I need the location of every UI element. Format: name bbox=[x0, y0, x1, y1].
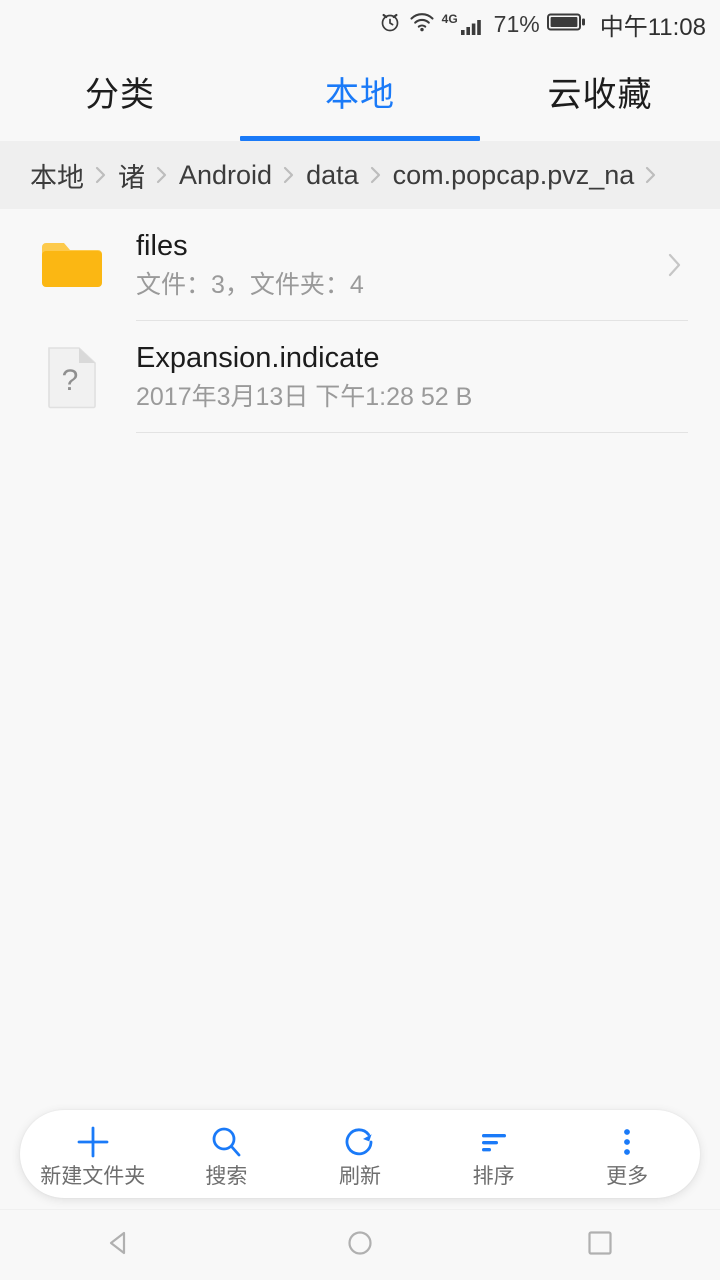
chevron-right-icon bbox=[638, 160, 664, 190]
bottom-toolbar: 新建文件夹 搜索 刷新 排序 更多 bbox=[20, 1110, 700, 1198]
status-bar-clock: 中午11:08 bbox=[599, 13, 706, 41]
breadcrumb-item-android[interactable]: Android bbox=[179, 160, 272, 191]
wifi-icon bbox=[409, 11, 435, 38]
sort-button[interactable]: 排序 bbox=[427, 1122, 561, 1187]
active-tab-indicator bbox=[240, 136, 480, 141]
new-folder-label: 新建文件夹 bbox=[40, 1164, 146, 1188]
refresh-icon bbox=[340, 1122, 380, 1162]
breadcrumb-item-package[interactable]: com.popcap.pvz_na bbox=[393, 160, 635, 191]
android-navigation-bar bbox=[0, 1209, 720, 1280]
table-row[interactable]: files 文件：3，文件夹：4 bbox=[0, 209, 720, 321]
table-row[interactable]: ? Expansion.indicate 2017年3月13日 下午1:28 5… bbox=[0, 321, 720, 433]
battery-icon bbox=[546, 11, 587, 38]
svg-text:?: ? bbox=[62, 364, 79, 397]
search-icon bbox=[206, 1122, 246, 1162]
file-meta: 文件：3，文件夹：4 bbox=[136, 271, 364, 300]
back-triangle-icon bbox=[103, 1226, 137, 1265]
file-name: Expansion.indicate bbox=[136, 342, 380, 375]
tab-categories-label: 分类 bbox=[85, 76, 155, 114]
plus-icon bbox=[73, 1122, 113, 1162]
back-button[interactable] bbox=[60, 1210, 180, 1280]
status-icons: 4G 71% 中午11:08 bbox=[378, 7, 706, 42]
refresh-label: 刷新 bbox=[338, 1164, 381, 1188]
file-list: files 文件：3，文件夹：4 ? Expansion.indicate 20… bbox=[0, 209, 720, 433]
chevron-right-icon bbox=[276, 160, 302, 190]
recents-button[interactable] bbox=[540, 1210, 660, 1280]
search-label: 搜索 bbox=[205, 1164, 248, 1188]
tab-categories[interactable]: 分类 bbox=[0, 48, 240, 141]
cellular-signal-icon: 4G bbox=[442, 13, 486, 36]
tab-local[interactable]: 本地 bbox=[240, 48, 480, 141]
chevron-right-icon bbox=[88, 160, 114, 190]
new-folder-button[interactable]: 新建文件夹 bbox=[26, 1122, 160, 1187]
row-text-block: files 文件：3，文件夹：4 bbox=[136, 229, 654, 301]
row-text-block: Expansion.indicate 2017年3月13日 下午1:28 52 … bbox=[136, 341, 654, 413]
chevron-right-icon bbox=[149, 160, 175, 190]
recents-square-icon bbox=[583, 1226, 617, 1265]
tab-local-label: 本地 bbox=[325, 76, 395, 114]
refresh-button[interactable]: 刷新 bbox=[293, 1122, 427, 1187]
unknown-file-icon: ? bbox=[38, 345, 106, 409]
sort-icon bbox=[474, 1122, 514, 1162]
more-button[interactable]: 更多 bbox=[560, 1122, 694, 1187]
tab-cloud-favorites[interactable]: 云收藏 bbox=[480, 48, 720, 141]
status-bar: 4G 71% 中午11:08 bbox=[0, 0, 720, 48]
file-meta: 2017年3月13日 下午1:28 52 B bbox=[136, 383, 473, 412]
chevron-right-icon bbox=[363, 160, 389, 190]
more-vertical-icon bbox=[607, 1122, 647, 1162]
folder-icon bbox=[38, 237, 106, 293]
search-button[interactable]: 搜索 bbox=[160, 1122, 294, 1187]
file-name: files bbox=[136, 230, 188, 263]
alarm-clock-icon bbox=[378, 10, 402, 39]
sort-label: 排序 bbox=[472, 1164, 515, 1188]
home-circle-icon bbox=[343, 1226, 377, 1265]
chevron-right-icon[interactable] bbox=[654, 248, 694, 282]
breadcrumb-item-data[interactable]: data bbox=[306, 160, 359, 191]
bottom-toolbar-container: 新建文件夹 搜索 刷新 排序 更多 bbox=[0, 1098, 720, 1210]
more-label: 更多 bbox=[606, 1164, 649, 1188]
battery-percent-label: 71% bbox=[493, 10, 540, 37]
tab-cloud-favorites-label: 云收藏 bbox=[547, 76, 653, 114]
tab-bar: 分类 本地 云收藏 bbox=[0, 48, 720, 141]
breadcrumb-item-zhu[interactable]: 诸 bbox=[118, 156, 145, 195]
breadcrumb: 本地 诸 Android data com.popcap.pvz_na bbox=[0, 141, 720, 209]
home-button[interactable] bbox=[300, 1210, 420, 1280]
breadcrumb-item-local[interactable]: 本地 bbox=[30, 156, 84, 195]
network-type-label: 4G bbox=[441, 11, 458, 26]
